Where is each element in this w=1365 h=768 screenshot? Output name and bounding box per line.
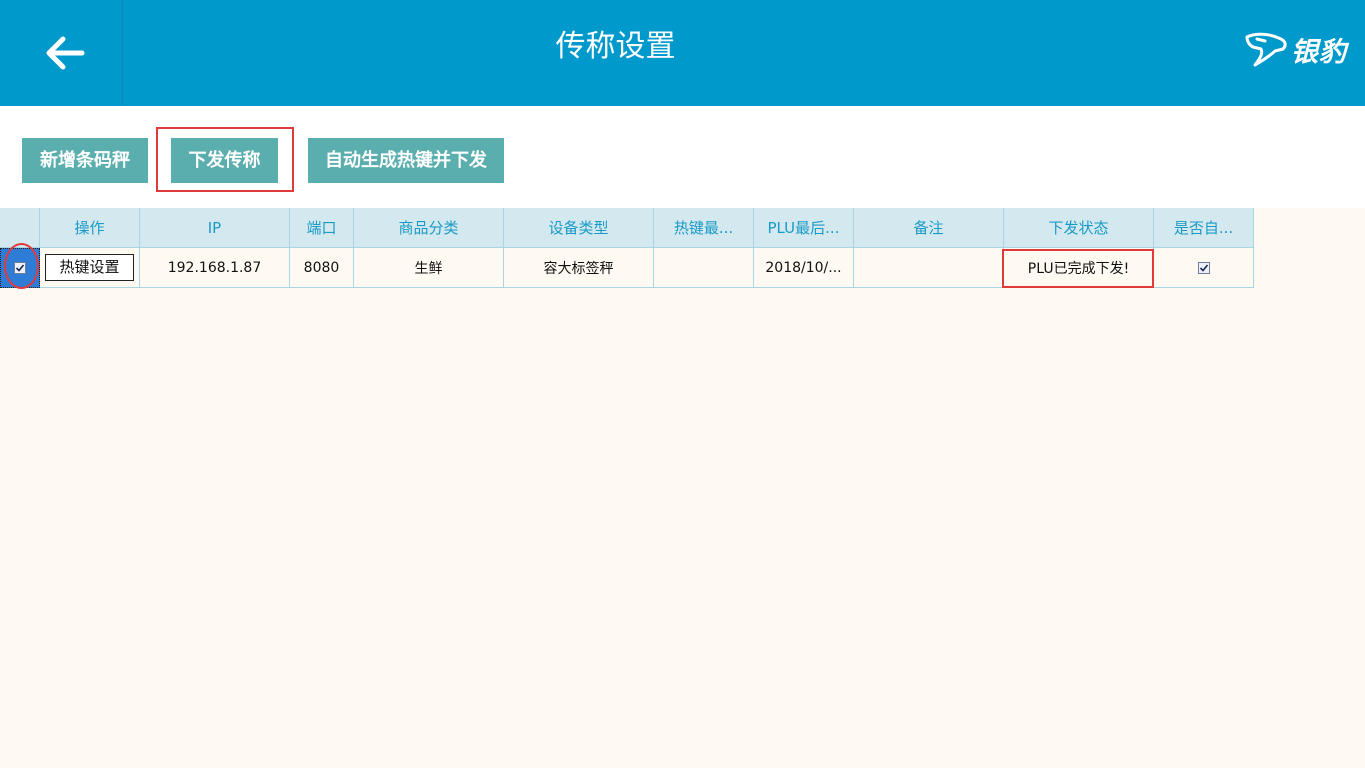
arrow-left-icon [46,36,85,70]
column-header-ip[interactable]: IP [140,208,290,248]
row-device-type: 容大标签秤 [504,248,654,288]
column-header-plu-last[interactable]: PLU最后... [754,208,854,248]
column-header-remark[interactable]: 备注 [854,208,1004,248]
row-hotkey-last [654,248,754,288]
column-header-hotkey-last[interactable]: 热键最... [654,208,754,248]
column-header-status[interactable]: 下发状态 [1004,208,1154,248]
row-select-cell[interactable] [0,248,40,288]
row-port: 8080 [290,248,354,288]
column-header-device-type[interactable]: 设备类型 [504,208,654,248]
send-button-highlight [156,127,294,192]
row-ip: 192.168.1.87 [140,248,290,288]
column-header-auto[interactable]: 是否自... [1154,208,1254,248]
row-auto-cell [1154,248,1254,288]
add-barcode-scale-button[interactable]: 新增条码秤 [22,138,148,183]
leopard-head-icon [1245,32,1287,67]
brand-logo: 银豹 [1245,30,1347,68]
row-category: 生鲜 [354,248,504,288]
toolbar: 新增条码秤 下发传称 自动生成热键并下发 [0,106,1365,208]
row-auto-checkbox[interactable] [1197,261,1210,274]
row-plu-last: 2018/10/... [754,248,854,288]
table-header-row: 操作 IP 端口 商品分类 设备类型 热键最... PLU最后... 备注 下发… [0,208,1254,248]
checkmark-icon [15,264,25,272]
logo-text: 银豹 [1291,36,1347,68]
hotkey-settings-button[interactable]: 热键设置 [45,254,134,281]
back-button[interactable] [0,0,123,106]
checkmark-icon [1199,263,1208,272]
page-title: 传称设置 [555,29,676,64]
auto-generate-hotkeys-button[interactable]: 自动生成热键并下发 [308,138,504,183]
column-header-select[interactable] [0,208,40,248]
row-action-cell: 热键设置 [40,248,140,288]
column-header-port[interactable]: 端口 [290,208,354,248]
column-header-action[interactable]: 操作 [40,208,140,248]
row-remark [854,248,1004,288]
column-header-category[interactable]: 商品分类 [354,208,504,248]
status-highlight [1002,249,1154,288]
app-header: 传称设置 银豹 [0,0,1365,106]
row-select-checkbox[interactable] [14,262,26,274]
